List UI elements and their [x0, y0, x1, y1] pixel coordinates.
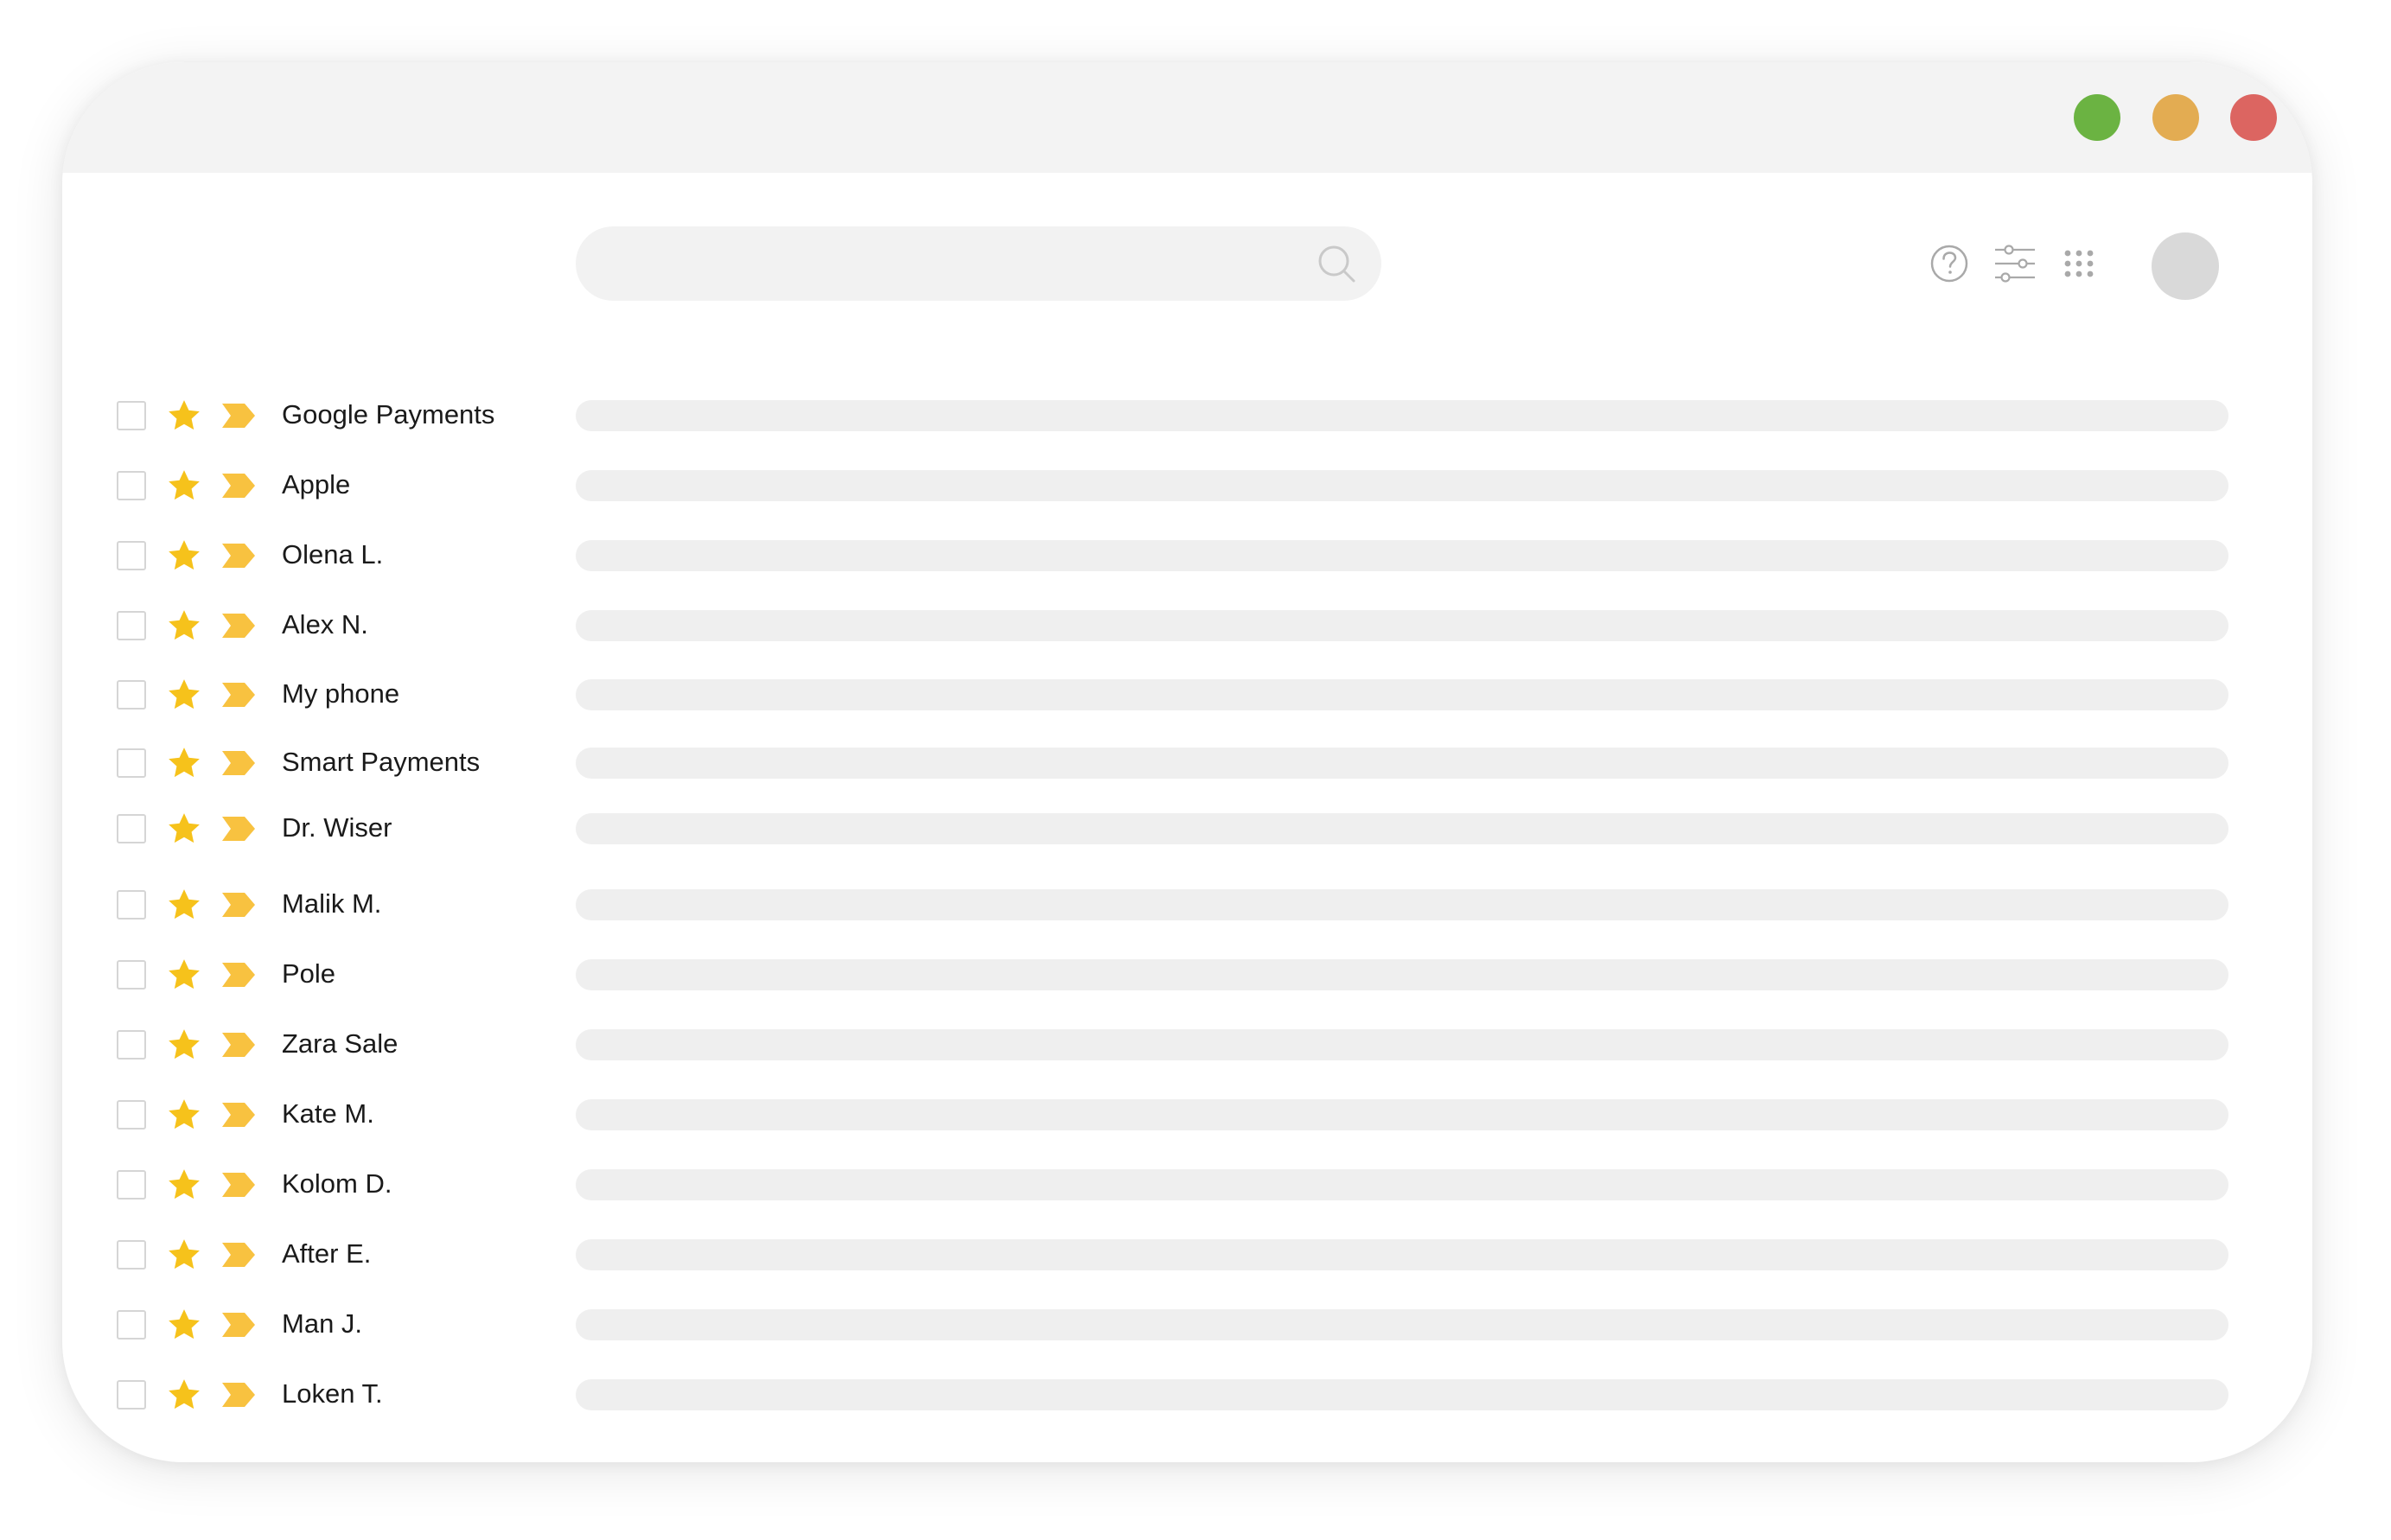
message-preview-placeholder[interactable] [576, 400, 2228, 431]
star-icon[interactable] [166, 538, 202, 574]
select-checkbox[interactable] [117, 611, 146, 640]
message-preview-placeholder[interactable] [576, 748, 2228, 779]
select-checkbox[interactable] [117, 1170, 146, 1200]
star-icon[interactable] [166, 1377, 202, 1413]
star-icon[interactable] [166, 1307, 202, 1343]
message-preview-placeholder[interactable] [576, 889, 2228, 920]
sender-name: My phone [282, 678, 400, 709]
select-checkbox[interactable] [117, 471, 146, 500]
select-checkbox[interactable] [117, 1100, 146, 1130]
sender-name: Zara Sale [282, 1028, 398, 1059]
select-checkbox[interactable] [117, 541, 146, 570]
sender-name: Loken T. [282, 1378, 383, 1409]
label-tag-icon[interactable] [220, 541, 257, 570]
message-preview-placeholder[interactable] [576, 1379, 2228, 1410]
label-tag-icon[interactable] [220, 1100, 257, 1130]
sender-name: Dr. Wiser [282, 812, 392, 843]
list-item[interactable]: Olena L. [62, 522, 2312, 591]
select-checkbox[interactable] [117, 748, 146, 778]
message-preview-placeholder[interactable] [576, 1239, 2228, 1270]
sender-name: Pole [282, 958, 336, 989]
list-item[interactable]: Alex N. [62, 592, 2312, 661]
message-preview-placeholder[interactable] [576, 813, 2228, 844]
sender-name: Apple [282, 469, 351, 500]
sender-name: Man J. [282, 1308, 363, 1339]
select-checkbox[interactable] [117, 814, 146, 843]
label-tag-icon[interactable] [220, 471, 257, 500]
sender-name: Olena L. [282, 539, 384, 570]
message-preview-placeholder[interactable] [576, 959, 2228, 990]
star-icon[interactable] [166, 677, 202, 713]
message-preview-placeholder[interactable] [576, 610, 2228, 641]
star-icon[interactable] [166, 398, 202, 434]
list-item[interactable]: Kolom D. [62, 1151, 2312, 1220]
message-preview-placeholder[interactable] [576, 1099, 2228, 1130]
sender-name: Google Payments [282, 399, 495, 430]
mail-window: Google Payments Apple Olena L. Alex N. My ph… [62, 62, 2312, 1462]
message-preview-placeholder[interactable] [576, 679, 2228, 710]
message-preview-placeholder[interactable] [576, 470, 2228, 501]
star-icon[interactable] [166, 1097, 202, 1133]
label-tag-icon[interactable] [220, 814, 257, 843]
select-checkbox[interactable] [117, 1240, 146, 1270]
list-item[interactable]: Malik M. [62, 871, 2312, 940]
label-tag-icon[interactable] [220, 401, 257, 430]
label-tag-icon[interactable] [220, 890, 257, 920]
list-item[interactable]: Smart Payments [62, 729, 2312, 799]
list-item[interactable]: Man J. [62, 1291, 2312, 1360]
select-checkbox[interactable] [117, 890, 146, 920]
list-item[interactable]: Google Payments [62, 382, 2312, 451]
message-list: Google Payments Apple Olena L. Alex N. My ph… [62, 62, 2312, 1462]
sender-name: Kolom D. [282, 1168, 392, 1199]
list-item[interactable]: Dr. Wiser [62, 795, 2312, 864]
select-checkbox[interactable] [117, 401, 146, 430]
label-tag-icon[interactable] [220, 960, 257, 990]
list-item[interactable]: Loken T. [62, 1361, 2312, 1430]
star-icon[interactable] [166, 887, 202, 923]
message-preview-placeholder[interactable] [576, 1029, 2228, 1060]
label-tag-icon[interactable] [220, 1030, 257, 1060]
label-tag-icon[interactable] [220, 1170, 257, 1200]
label-tag-icon[interactable] [220, 1310, 257, 1340]
list-item[interactable]: Kate M. [62, 1081, 2312, 1150]
sender-name: After E. [282, 1238, 372, 1269]
star-icon[interactable] [166, 608, 202, 644]
message-preview-placeholder[interactable] [576, 1169, 2228, 1200]
select-checkbox[interactable] [117, 1030, 146, 1060]
star-icon[interactable] [166, 1027, 202, 1063]
label-tag-icon[interactable] [220, 748, 257, 778]
star-icon[interactable] [166, 957, 202, 993]
list-item[interactable]: Zara Sale [62, 1011, 2312, 1080]
message-preview-placeholder[interactable] [576, 540, 2228, 571]
sender-name: Smart Payments [282, 747, 481, 777]
star-icon[interactable] [166, 745, 202, 781]
label-tag-icon[interactable] [220, 1240, 257, 1270]
label-tag-icon[interactable] [220, 1380, 257, 1410]
select-checkbox[interactable] [117, 1310, 146, 1340]
list-item[interactable]: After E. [62, 1221, 2312, 1290]
star-icon[interactable] [166, 811, 202, 847]
list-item[interactable]: My phone [62, 661, 2312, 730]
sender-name: Alex N. [282, 609, 368, 640]
list-item[interactable]: Apple [62, 452, 2312, 521]
star-icon[interactable] [166, 1237, 202, 1273]
label-tag-icon[interactable] [220, 611, 257, 640]
select-checkbox[interactable] [117, 1380, 146, 1410]
list-item[interactable]: Pole [62, 941, 2312, 1010]
sender-name: Kate M. [282, 1098, 374, 1129]
label-tag-icon[interactable] [220, 680, 257, 710]
star-icon[interactable] [166, 1167, 202, 1203]
message-preview-placeholder[interactable] [576, 1309, 2228, 1340]
star-icon[interactable] [166, 468, 202, 504]
select-checkbox[interactable] [117, 680, 146, 710]
select-checkbox[interactable] [117, 960, 146, 990]
sender-name: Malik M. [282, 888, 382, 919]
